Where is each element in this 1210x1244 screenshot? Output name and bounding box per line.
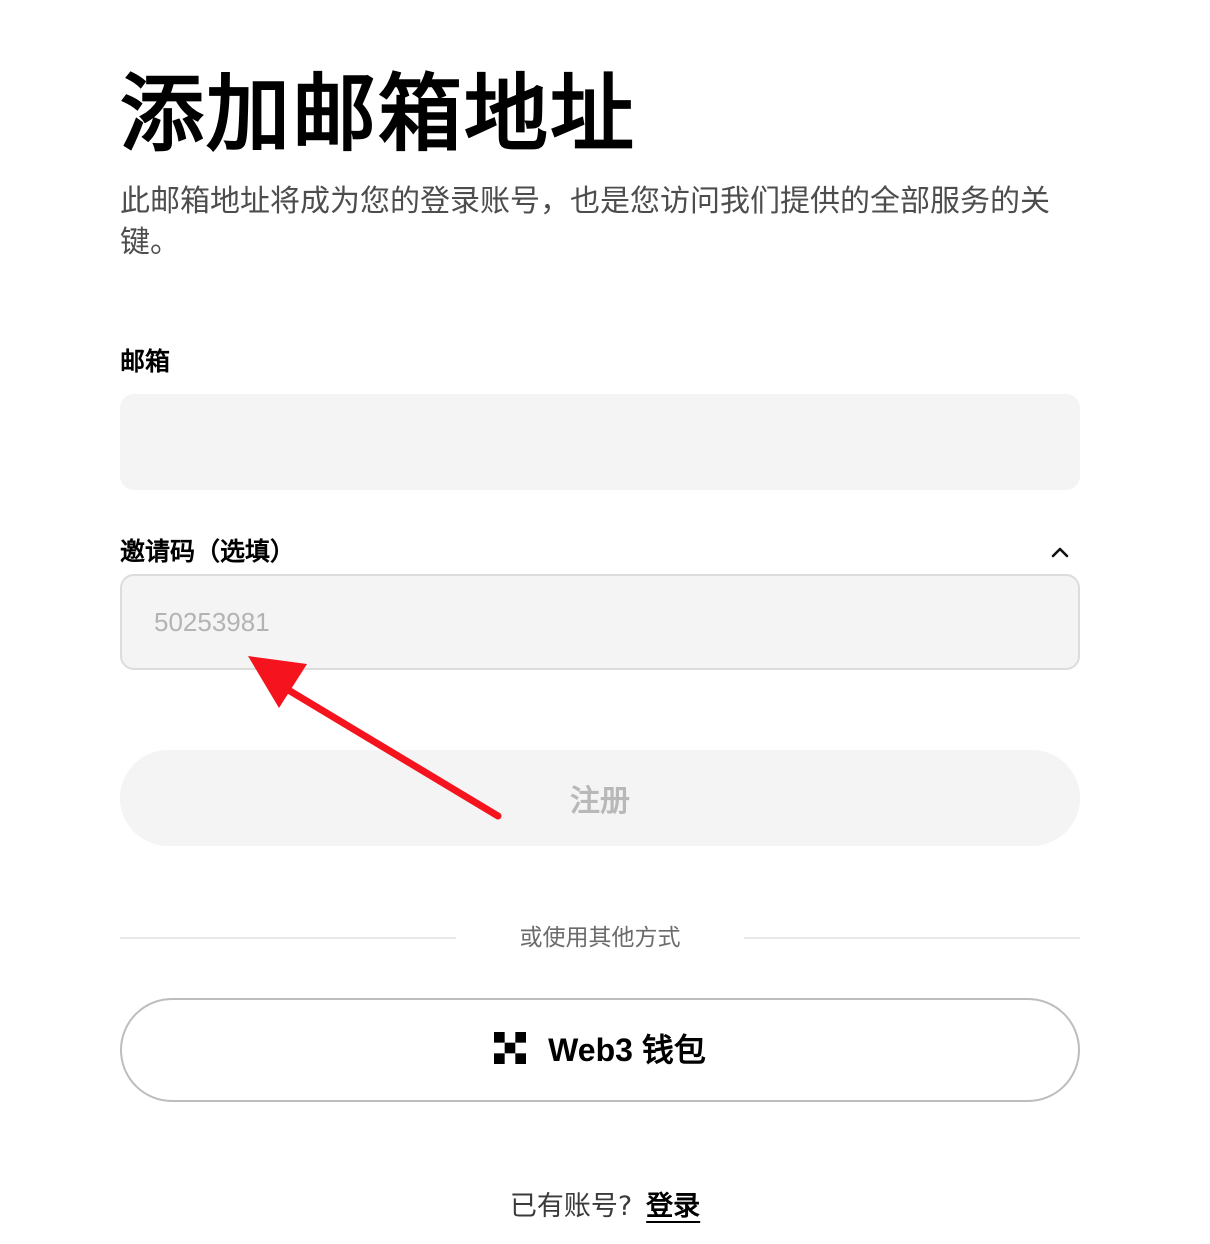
divider-text: 或使用其他方式 [519, 925, 681, 951]
invite-code-label: 邀请码（选填） [120, 537, 296, 566]
email-input[interactable] [120, 394, 1080, 490]
register-button[interactable]: 注册 [120, 750, 1080, 846]
chevron-up-icon[interactable] [1044, 537, 1076, 567]
divider-left [120, 937, 456, 939]
login-prompt: 已有账号? [509, 1191, 633, 1222]
page-subtitle: 此邮箱地址将成为您的登录账号，也是您访问我们提供的全部服务的关键。 [120, 184, 1050, 260]
web3-wallet-label: Web3 钱包 [548, 1032, 706, 1068]
login-row: 已有账号? 登录 [0, 1188, 1210, 1226]
web3-wallet-button[interactable]: Web3 钱包 [120, 998, 1080, 1102]
okx-logo-icon [494, 1032, 527, 1068]
login-link[interactable]: 登录 [646, 1191, 700, 1222]
invite-code-input[interactable] [120, 574, 1080, 670]
page-title: 添加邮箱地址 [120, 65, 637, 163]
email-label: 邮箱 [120, 347, 171, 376]
divider-right [744, 937, 1080, 939]
